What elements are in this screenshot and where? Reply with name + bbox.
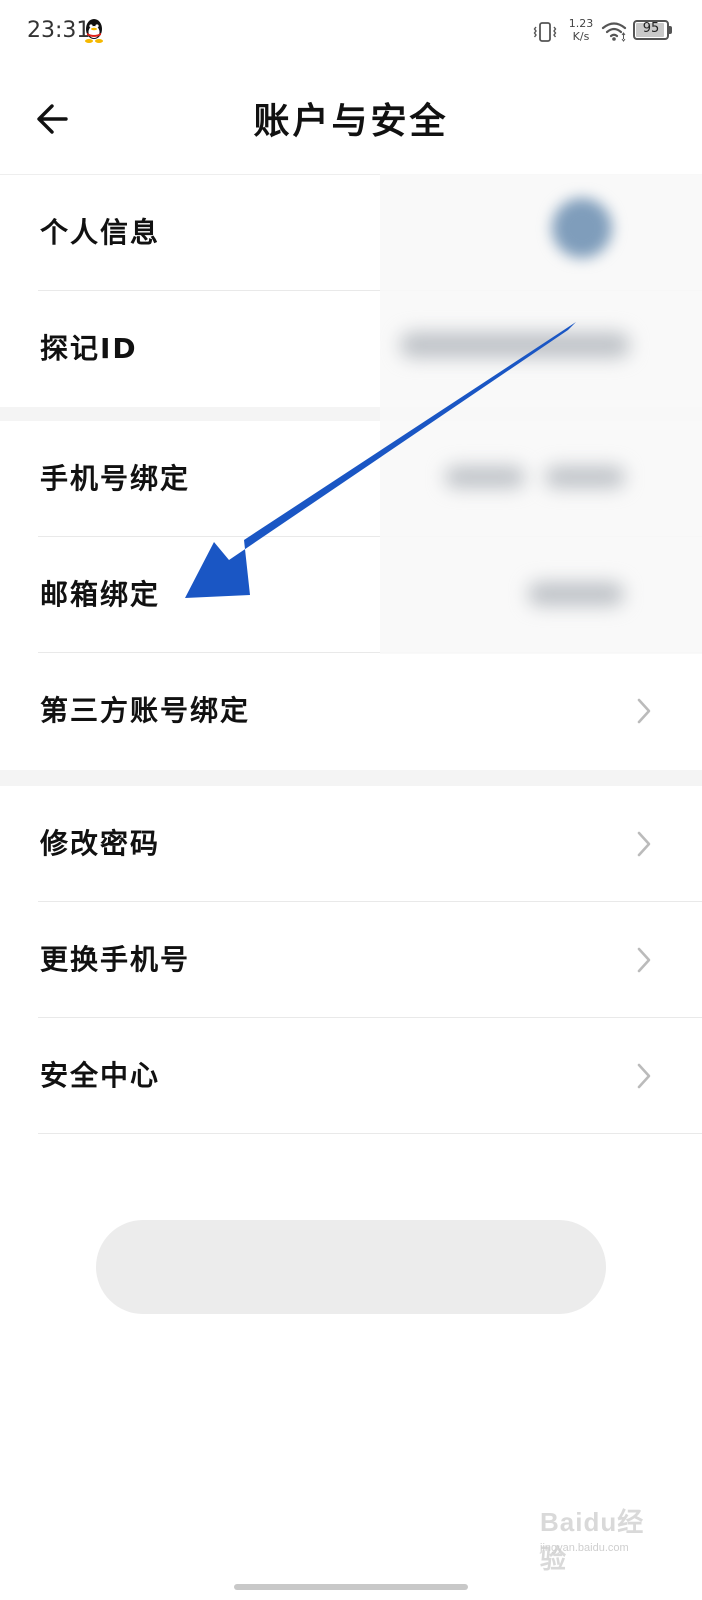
watermark-main: Baidu经验 xyxy=(540,1507,645,1574)
wifi-icon xyxy=(601,22,627,42)
header: 账户与安全 xyxy=(0,66,702,175)
row-label-personal-info: 个人信息 xyxy=(40,216,161,249)
screen: 23:31 1.23 K/s 95 账户与安全 个人信息 探记ID 手机号绑定 … xyxy=(0,0,702,1600)
redacted-email-value xyxy=(528,582,624,606)
net-speed-unit: K/s xyxy=(572,30,590,43)
battery-icon: 95 xyxy=(633,20,669,40)
group-separator xyxy=(0,770,702,786)
watermark-sub: jingyan.baidu.com xyxy=(540,1542,629,1554)
redacted-id-value xyxy=(400,332,630,358)
redacted-phone-value xyxy=(445,466,525,488)
net-speed-value: 1.23 xyxy=(568,17,594,30)
qq-icon xyxy=(85,19,103,43)
battery-nub xyxy=(669,26,672,34)
chevron-right-icon xyxy=(637,831,651,857)
avatar[interactable] xyxy=(552,198,612,258)
vibrate-icon xyxy=(533,22,557,42)
row-label-email-binding: 邮箱绑定 xyxy=(40,578,161,611)
row-change-phone[interactable]: 更换手机号 xyxy=(0,902,702,1018)
redacted-phone-value xyxy=(545,466,625,488)
chevron-right-icon xyxy=(637,947,651,973)
net-speed: 1.23 K/s xyxy=(566,17,596,43)
row-change-password[interactable]: 修改密码 xyxy=(0,786,702,902)
home-indicator[interactable] xyxy=(234,1584,468,1590)
row-third-party-binding[interactable]: 第三方账号绑定 xyxy=(0,653,702,769)
baidu-watermark: Baidu经验 jingyan.baidu.com xyxy=(540,1502,670,1574)
row-divider xyxy=(38,1133,702,1134)
status-bar: 23:31 1.23 K/s 95 xyxy=(0,0,702,66)
group-security: 修改密码 更换手机号 安全中心 xyxy=(0,786,702,1134)
row-label-change-password: 修改密码 xyxy=(40,827,161,860)
row-label-phone-binding: 手机号绑定 xyxy=(40,462,191,495)
row-label-security-center: 安全中心 xyxy=(40,1059,161,1092)
chevron-right-icon xyxy=(637,1063,651,1089)
row-security-center[interactable]: 安全中心 xyxy=(0,1018,702,1134)
chevron-right-icon xyxy=(637,698,651,724)
bottom-action-button[interactable] xyxy=(96,1220,606,1314)
status-time: 23:31 xyxy=(27,18,91,43)
row-label-change-phone: 更换手机号 xyxy=(40,943,191,976)
row-label-tanji-id: 探记ID xyxy=(40,332,138,365)
row-label-third-party-binding: 第三方账号绑定 xyxy=(40,694,251,727)
battery-text: 95 xyxy=(642,21,660,36)
page-title: 账户与安全 xyxy=(253,101,449,142)
